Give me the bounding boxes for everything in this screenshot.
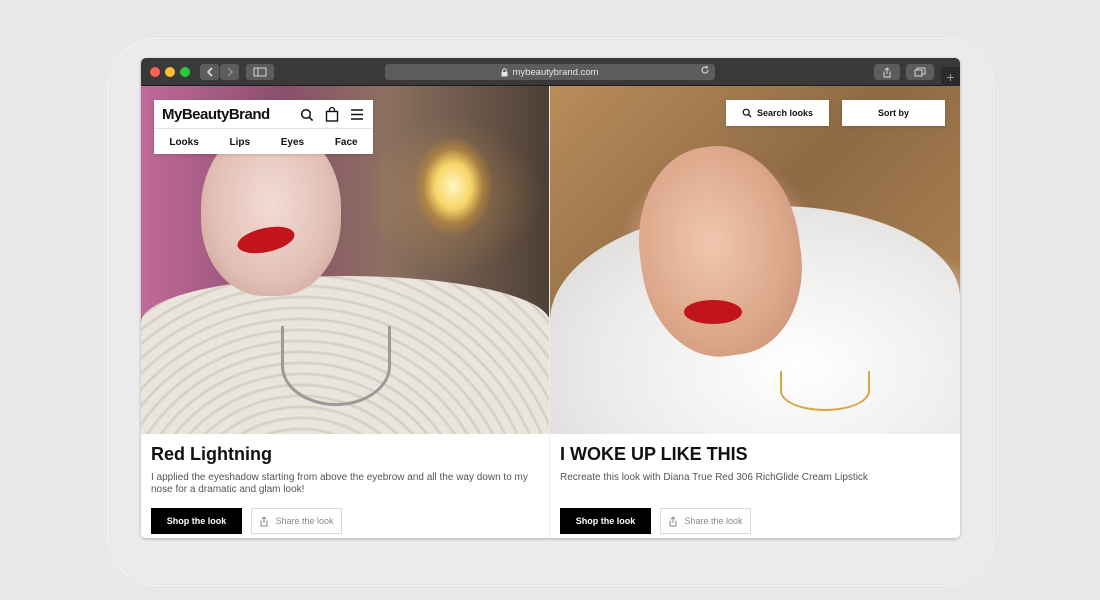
look-description: Recreate this look with Diana True Red 3… — [560, 472, 868, 483]
sidebar-toggle-button[interactable] — [246, 64, 274, 80]
share-icon — [260, 515, 268, 526]
reload-icon[interactable] — [700, 65, 710, 75]
look-card: Search looks Sort by I WOKE UP LIKE THIS… — [550, 86, 960, 538]
browser-titlebar: mybeautybrand.com + — [141, 58, 960, 86]
brand-header: MyBeautyBrand Looks Lips Eyes Face — [154, 100, 373, 154]
search-icon[interactable] — [300, 108, 314, 122]
page-content: MyBeautyBrand Looks Lips Eyes Face Red L… — [141, 86, 960, 538]
minimize-window-button[interactable] — [165, 67, 175, 77]
nav-item-lips[interactable]: Lips — [230, 137, 251, 148]
shop-the-look-button[interactable]: Shop the look — [151, 508, 242, 534]
look-card: MyBeautyBrand Looks Lips Eyes Face Red L… — [141, 86, 550, 538]
necklace-shape — [281, 326, 391, 406]
share-label: Share the look — [684, 516, 743, 526]
necklace-shape — [780, 371, 870, 411]
lock-icon — [501, 67, 508, 76]
sort-by-button[interactable]: Sort by — [842, 100, 945, 126]
close-window-button[interactable] — [150, 67, 160, 77]
shopping-bag-icon[interactable] — [325, 107, 339, 122]
new-tab-button[interactable]: + — [941, 67, 960, 86]
lips-shape — [684, 300, 742, 324]
menu-icon[interactable] — [350, 108, 364, 121]
chevron-left-icon — [206, 67, 213, 77]
sidebar-icon — [253, 67, 267, 77]
nav-item-face[interactable]: Face — [335, 137, 358, 148]
plus-icon: + — [946, 68, 955, 85]
look-description: I applied the eyeshadow starting from ab… — [151, 472, 528, 495]
share-icon — [669, 515, 677, 526]
share-the-look-button[interactable]: Share the look — [251, 508, 342, 534]
category-nav: Looks Lips Eyes Face — [154, 130, 373, 154]
nav-item-eyes[interactable]: Eyes — [281, 137, 304, 148]
share-the-look-button[interactable]: Share the look — [660, 508, 751, 534]
chevron-right-icon — [226, 67, 233, 77]
search-looks-button[interactable]: Search looks — [726, 100, 829, 126]
share-icon — [883, 66, 891, 77]
browser-share-button[interactable] — [874, 64, 900, 80]
address-bar[interactable]: mybeautybrand.com — [385, 64, 715, 80]
tabs-icon — [914, 67, 926, 77]
shop-the-look-button[interactable]: Shop the look — [560, 508, 651, 534]
look-photo[interactable]: Search looks Sort by — [550, 86, 960, 434]
look-photo[interactable]: MyBeautyBrand Looks Lips Eyes Face — [141, 86, 549, 434]
tab-overview-button[interactable] — [906, 64, 934, 80]
search-looks-label: Search looks — [756, 108, 814, 118]
url-text: mybeautybrand.com — [512, 66, 599, 78]
look-title[interactable]: Red Lightning — [151, 444, 272, 465]
maximize-window-button[interactable] — [180, 67, 190, 77]
back-button[interactable] — [200, 64, 219, 80]
divider — [154, 128, 373, 129]
share-label: Share the look — [275, 516, 334, 526]
nav-item-looks[interactable]: Looks — [169, 137, 198, 148]
search-icon — [742, 108, 752, 118]
look-title[interactable]: I WOKE UP LIKE THIS — [560, 444, 748, 465]
browser-window: mybeautybrand.com + MyBeautyBrand Looks … — [141, 58, 960, 538]
brand-logo[interactable]: MyBeautyBrand — [162, 106, 270, 123]
sort-by-label: Sort by — [877, 108, 909, 118]
forward-button[interactable] — [220, 64, 239, 80]
